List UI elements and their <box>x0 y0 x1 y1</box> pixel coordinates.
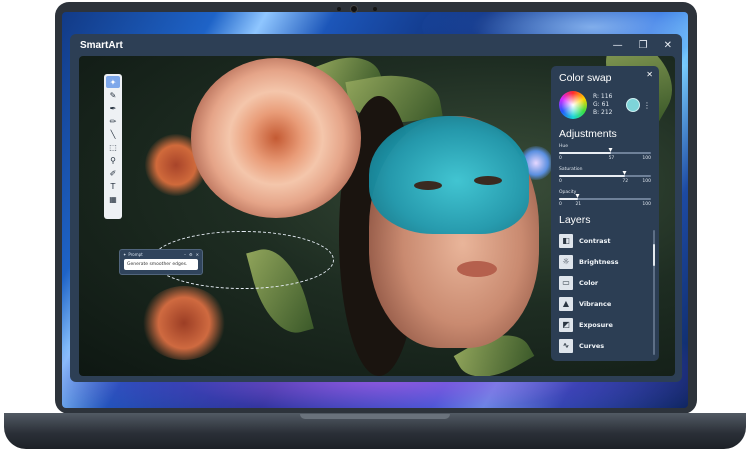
pen-tool-icon[interactable]: ✒ <box>106 102 120 114</box>
close-icon[interactable]: ✕ <box>646 70 653 79</box>
eye <box>474 176 502 185</box>
layer-label: Curves <box>579 341 605 350</box>
layers-scrollbar[interactable] <box>653 230 655 355</box>
slider-opacity: Opacity 0 21 100 <box>559 190 651 208</box>
pencil-tool-icon[interactable]: ✏ <box>106 115 120 127</box>
tool-palette: ✦ ✎ ✒ ✏ ╲ ⬚ ⚲ ✐ T ▦ <box>104 74 122 219</box>
red-value: R: 116 <box>593 93 613 100</box>
slider-min: 0 <box>559 202 562 207</box>
orange-flower <box>141 286 227 360</box>
brightness-icon: ☼ <box>559 254 573 269</box>
expand-icon[interactable]: ⚙ <box>189 252 193 257</box>
color-icon: ▭ <box>559 275 573 290</box>
prompt-input[interactable]: Generate smoother edges. <box>124 259 198 270</box>
layer-tool-icon[interactable]: ▦ <box>106 193 120 205</box>
color-swap-row: R: 116 G: 61 B: 212 ⋮ <box>559 88 651 122</box>
slider-handle[interactable] <box>608 148 613 152</box>
prompt-titlebar: ✦ Prompt – ⚙ ✕ <box>120 250 202 258</box>
slider-hue: Hue 0 57 100 <box>559 144 651 162</box>
select-tool-icon[interactable]: ⬚ <box>106 141 120 153</box>
slider-value: 57 <box>608 156 615 161</box>
blue-value: B: 212 <box>593 109 613 116</box>
slider-saturation: Saturation 0 72 100 <box>559 167 651 185</box>
rgb-values: R: 116 G: 61 B: 212 <box>593 93 613 117</box>
webcam <box>350 5 358 13</box>
layer-item-exposure[interactable]: ◩ Exposure <box>559 314 651 335</box>
slider-value: 21 <box>575 202 582 207</box>
slider-max: 100 <box>642 156 651 161</box>
layer-item-brightness[interactable]: ☼ Brightness <box>559 251 651 272</box>
text-tool-icon[interactable]: T <box>106 180 120 192</box>
layer-label: Contrast <box>579 236 611 245</box>
layer-label: Vibrance <box>579 299 612 308</box>
minimize-icon[interactable]: – <box>184 252 186 257</box>
adjustments-heading: Adjustments <box>559 128 617 140</box>
layers-list: ◧ Contrast ☼ Brightness ▭ Color ▲ Vibrance ◩ Expo… <box>559 230 655 356</box>
eye <box>414 181 442 190</box>
sensor-dot <box>373 7 377 11</box>
layer-label: Exposure <box>579 320 613 329</box>
slider-min: 0 <box>559 179 562 184</box>
app-window: SmartArt — ❐ ✕ ✦ ✎ ✒ ✏ ╲ ⬚ ⚲ ✐ T ▦ ✦ Prompt <box>70 34 682 382</box>
exposure-icon: ◩ <box>559 317 573 332</box>
slider-fill <box>559 152 612 154</box>
contrast-icon: ◧ <box>559 233 573 248</box>
slider-scale: 0 21 100 <box>559 202 651 208</box>
laptop-notch <box>300 414 450 419</box>
app-title: SmartArt <box>80 39 123 51</box>
slider-scale: 0 72 100 <box>559 179 651 185</box>
color-wheel-icon[interactable] <box>559 91 587 119</box>
layer-label: Color <box>579 278 599 287</box>
slider-min: 0 <box>559 156 562 161</box>
dropper-tool-icon[interactable]: ✐ <box>106 167 120 179</box>
close-button[interactable]: ✕ <box>664 40 672 51</box>
layer-item-contrast[interactable]: ◧ Contrast <box>559 230 651 251</box>
peach-flower <box>191 58 361 218</box>
slider-handle[interactable] <box>575 194 580 198</box>
minimize-button[interactable]: — <box>613 40 623 51</box>
title-bar: SmartArt — ❐ ✕ <box>70 34 682 56</box>
lips <box>457 261 497 277</box>
sensor-dot <box>337 7 341 11</box>
scroll-thumb[interactable] <box>653 244 655 266</box>
green-value: G: 61 <box>593 101 610 108</box>
close-icon[interactable]: ✕ <box>196 252 199 257</box>
slider-handle[interactable] <box>622 171 627 175</box>
slider-track[interactable] <box>559 171 651 177</box>
line-tool-icon[interactable]: ╲ <box>106 128 120 140</box>
maximize-button[interactable]: ❐ <box>639 40 648 51</box>
zoom-tool-icon[interactable]: ⚲ <box>106 154 120 166</box>
slider-label: Opacity <box>559 190 577 195</box>
sparkle-icon: ✦ <box>123 251 127 257</box>
slider-scale: 0 57 100 <box>559 156 651 162</box>
vibrance-icon: ▲ <box>559 296 573 311</box>
slider-fill <box>559 198 579 200</box>
slider-label: Saturation <box>559 167 583 172</box>
magic-tool-icon[interactable]: ✦ <box>106 76 120 88</box>
layer-item-color[interactable]: ▭ Color <box>559 272 651 293</box>
prompt-popup: ✦ Prompt – ⚙ ✕ Generate smoother edges. <box>119 249 203 275</box>
layer-item-vibrance[interactable]: ▲ Vibrance <box>559 293 651 314</box>
window-controls: — ❐ ✕ <box>613 40 672 51</box>
slider-value: 72 <box>622 179 629 184</box>
slider-track[interactable] <box>559 148 651 154</box>
curves-icon: ∿ <box>559 338 573 353</box>
prompt-title: Prompt <box>128 251 143 257</box>
blue-face-paint <box>369 116 529 234</box>
slider-track[interactable] <box>559 194 651 200</box>
layers-heading: Layers <box>559 214 591 226</box>
layer-label: Brightness <box>579 257 619 266</box>
layer-item-curves[interactable]: ∿ Curves <box>559 335 651 356</box>
adjustment-sliders: Hue 0 57 100 Saturation 0 72 100 Opacity 0 21 100 <box>559 144 651 208</box>
image-canvas[interactable]: ✦ ✎ ✒ ✏ ╲ ⬚ ⚲ ✐ T ▦ ✦ Prompt – ⚙ ✕ Generate smoot… <box>79 56 675 376</box>
more-icon[interactable]: ⋮ <box>643 101 651 110</box>
brush-tool-icon[interactable]: ✎ <box>106 89 120 101</box>
slider-label: Hue <box>559 144 569 149</box>
slider-max: 100 <box>642 179 651 184</box>
color-swatch[interactable] <box>626 98 640 112</box>
color-swap-heading: Color swap <box>559 72 612 84</box>
slider-max: 100 <box>642 202 651 207</box>
right-panel: ✕ Color swap R: 116 G: 61 B: 212 ⋮ Adjus… <box>551 66 659 361</box>
slider-fill <box>559 175 626 177</box>
